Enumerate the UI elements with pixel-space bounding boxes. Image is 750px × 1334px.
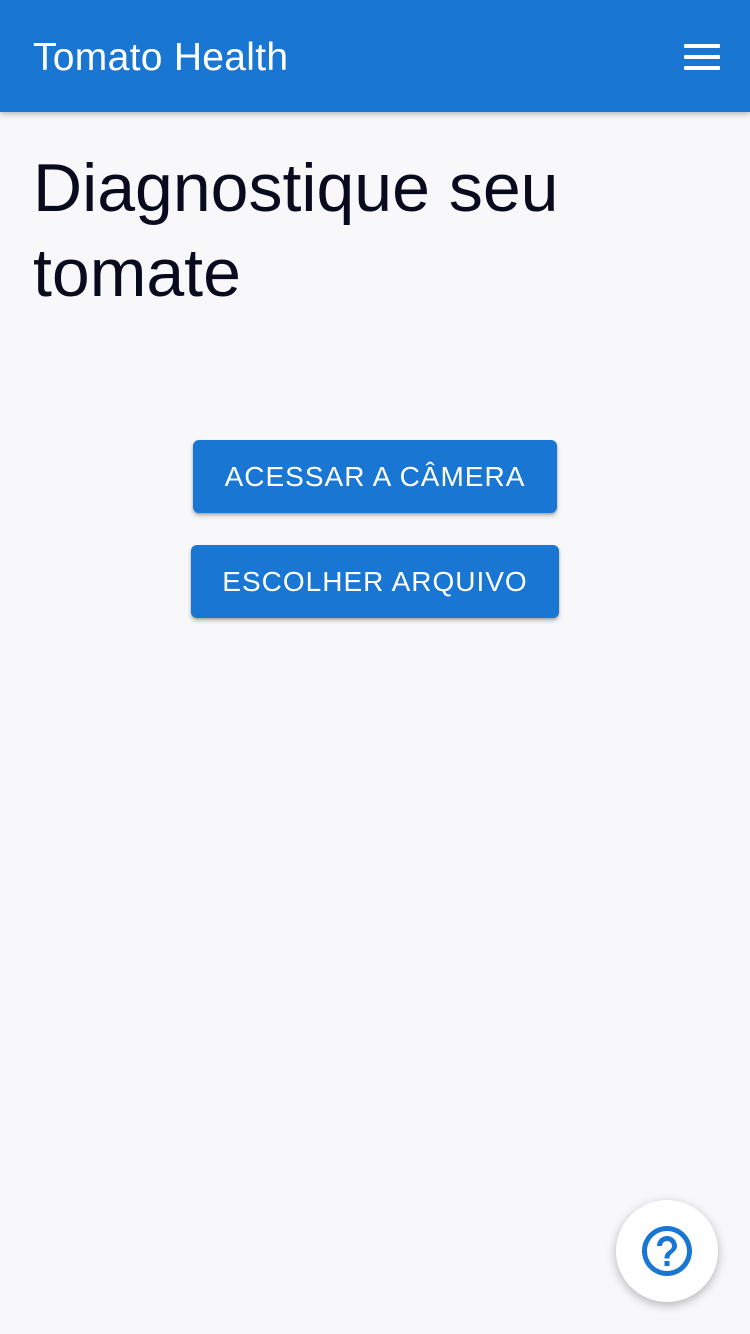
- choose-file-button[interactable]: ESCOLHER ARQUIVO: [191, 545, 559, 618]
- access-camera-button[interactable]: ACESSAR A CÂMERA: [193, 440, 557, 513]
- app-title: Tomato Health: [33, 36, 289, 79]
- page-heading: Diagnostique seu tomate: [33, 150, 559, 311]
- menu-button[interactable]: [670, 30, 734, 84]
- help-button[interactable]: [616, 1200, 718, 1302]
- app-bar: Tomato Health: [0, 0, 750, 112]
